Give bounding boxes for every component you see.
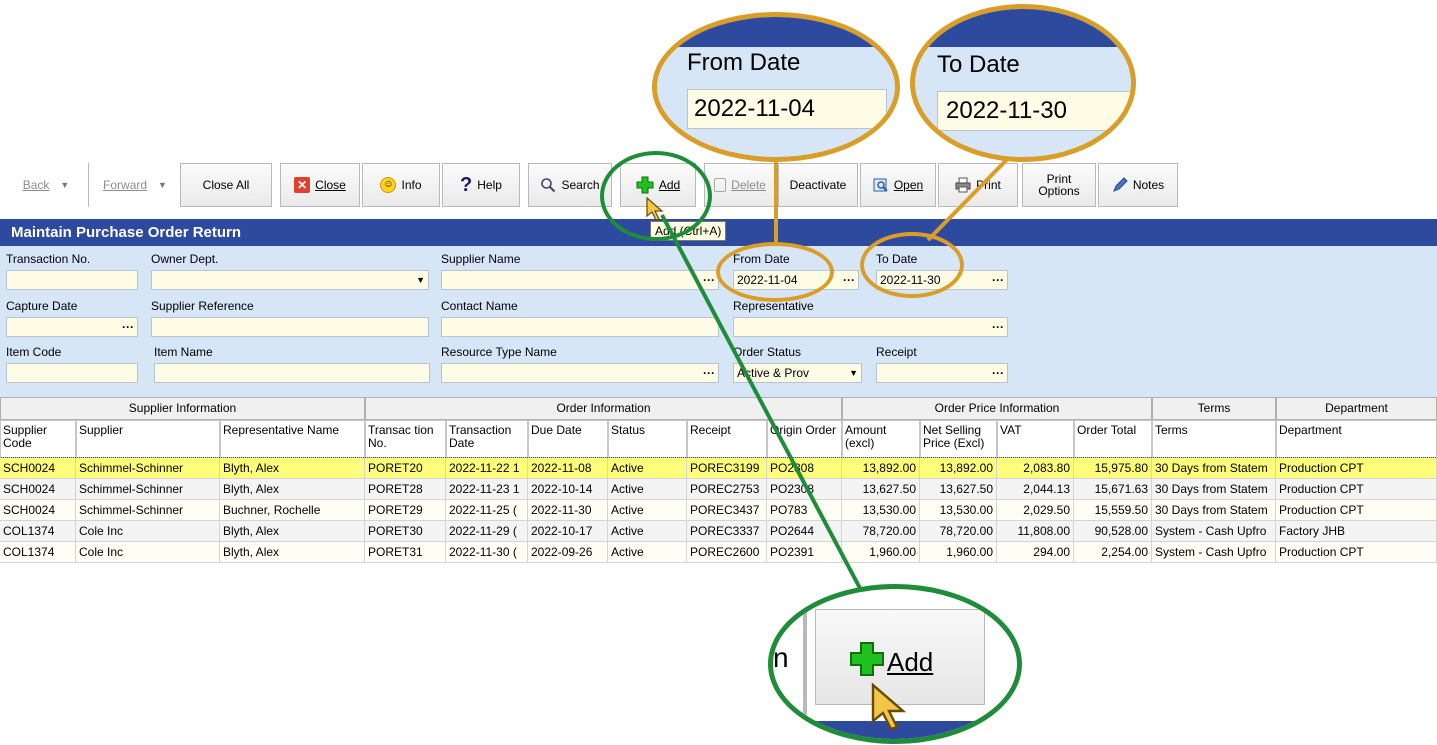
zoom-separator xyxy=(803,609,807,729)
zoom-from-date-value: 2022-11-04 xyxy=(687,89,887,129)
mouse-cursor-icon xyxy=(645,196,667,225)
zoom-plus-icon xyxy=(849,641,885,680)
zoom-add-label: Add xyxy=(887,647,934,677)
zoom-search-fragment: n xyxy=(773,642,789,673)
to-date-highlight-ring xyxy=(860,232,964,298)
zoom-title-strip xyxy=(657,17,895,47)
zoom-from-date-label: From Date xyxy=(687,49,801,76)
from-date-highlight-ring xyxy=(716,242,834,302)
zoom-to-date-value: 2022-11-30 xyxy=(937,91,1131,131)
zoom-title-strip xyxy=(915,9,1131,47)
from-date-zoom-callout: From Date 2022-11-04 xyxy=(652,12,900,162)
zoom-to-date-label: To Date xyxy=(937,51,1020,78)
zoom-cursor-icon xyxy=(869,681,913,736)
add-zoom-callout: n Add xyxy=(768,584,1022,744)
to-date-zoom-callout: To Date 2022-11-30 xyxy=(910,4,1136,162)
